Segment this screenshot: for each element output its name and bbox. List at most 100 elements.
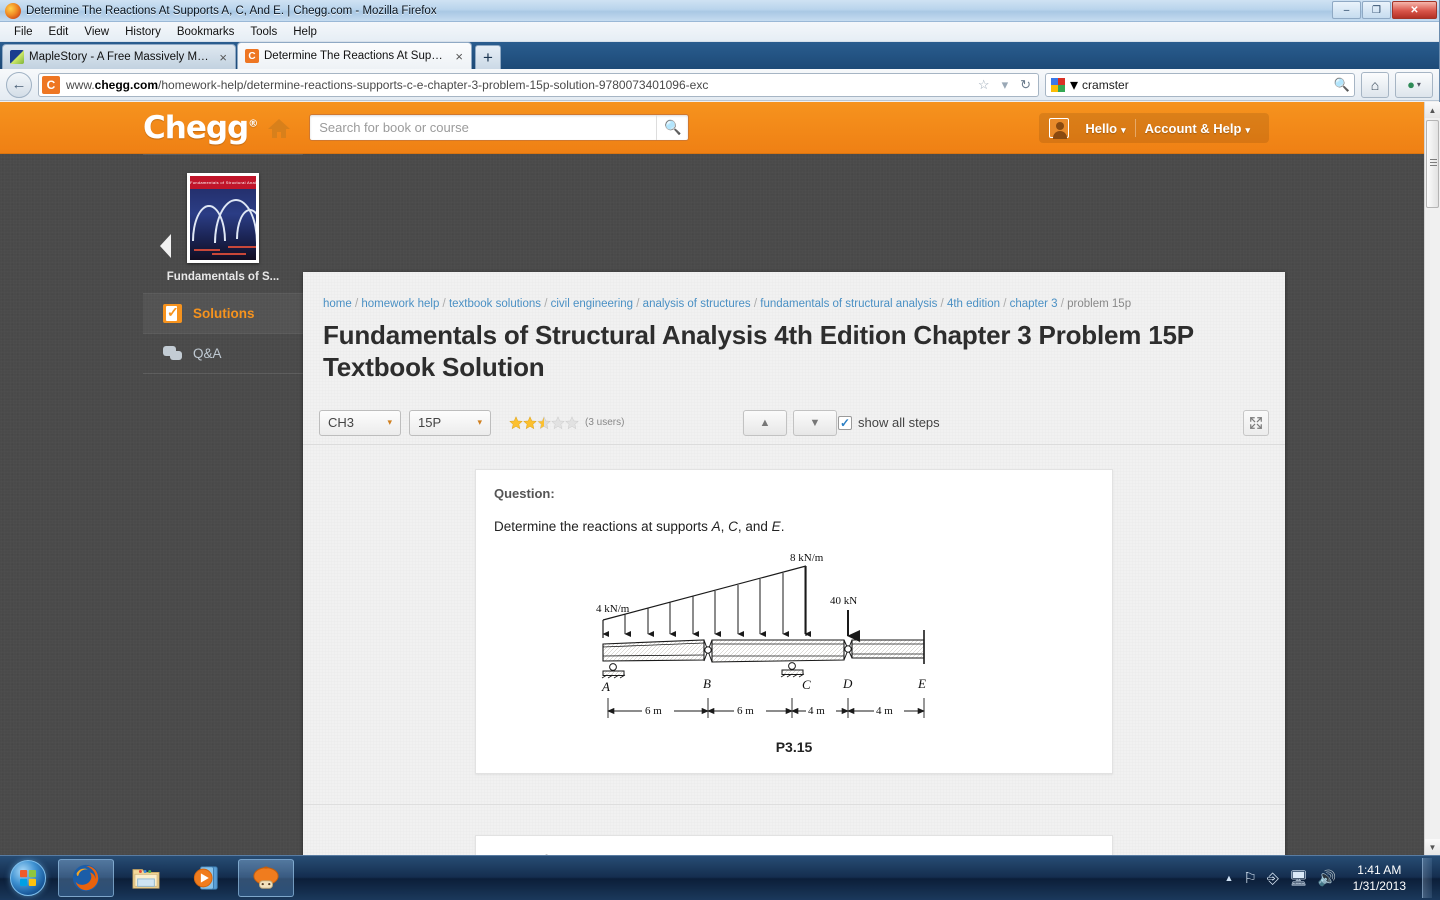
chegg-logo[interactable]: Chegg®: [143, 110, 258, 146]
url-bar[interactable]: C www.chegg.com/homework-help/determine-…: [38, 72, 1039, 97]
taskbar-button-maplestory[interactable]: [238, 859, 294, 897]
sidebar-item-qa[interactable]: Q&A: [143, 334, 303, 373]
start-button[interactable]: [2, 858, 54, 898]
breadcrumb-link-chapter-3[interactable]: chapter 3: [1010, 298, 1058, 310]
star-icon-4[interactable]: [551, 416, 565, 430]
show-all-steps-checkbox[interactable]: ✓: [838, 415, 852, 430]
expand-fullscreen-button[interactable]: [1243, 409, 1269, 436]
question-label: Question:: [494, 486, 555, 502]
chapter-select[interactable]: CH3 ▾: [319, 409, 401, 436]
search-bar[interactable]: ▾ cramster 🔍: [1045, 72, 1355, 97]
menu-item-bookmarks[interactable]: Bookmarks: [169, 24, 243, 40]
home-icon[interactable]: [267, 117, 291, 139]
sidebar-book[interactable]: Fundamentals of Structural Analysis Fund…: [143, 155, 303, 293]
bookmark-star-icon[interactable]: ☆: [975, 77, 993, 93]
addon-icon: ●: [1407, 77, 1415, 92]
search-engine-chevron-icon[interactable]: ▾: [1070, 75, 1078, 95]
account-menu[interactable]: Hello ▾ Account & Help ▾: [1039, 113, 1269, 143]
menu-item-view[interactable]: View: [76, 24, 117, 40]
scrollbar-thumb[interactable]: [1426, 120, 1439, 208]
step-panel: Step 1 of 5 4689-3-15P SA: PITSSR: 8895 …: [475, 835, 1113, 855]
window-controls[interactable]: – ❐ ✕: [1332, 1, 1437, 19]
site-identity-icon[interactable]: C: [42, 75, 60, 94]
breadcrumb-link-analysis-of-structures[interactable]: analysis of structures: [643, 298, 751, 310]
network-icon[interactable]: 🖥: [1289, 869, 1308, 887]
chevron-down-icon[interactable]: ▾: [1417, 80, 1421, 89]
breadcrumb-link-textbook-solutions[interactable]: textbook solutions: [449, 298, 541, 310]
show-desktop-button[interactable]: [1422, 858, 1432, 898]
search-input[interactable]: cramster: [1082, 78, 1330, 92]
menu-bar[interactable]: File Edit View History Bookmarks Tools H…: [0, 22, 1439, 42]
close-button[interactable]: ✕: [1392, 1, 1437, 19]
navigation-toolbar[interactable]: ← C www.chegg.com/homework-help/determin…: [0, 69, 1439, 101]
reload-icon[interactable]: ↻: [1017, 77, 1034, 93]
breadcrumb-link-homework-help[interactable]: homework help: [361, 298, 439, 310]
tab-bar[interactable]: MapleStory - A Free Massively Multip... …: [0, 42, 1439, 69]
home-button[interactable]: ⌂: [1361, 71, 1389, 98]
tab-close-icon[interactable]: ×: [453, 49, 465, 64]
star-icon-5[interactable]: [565, 416, 579, 430]
window-title: Determine The Reactions At Supports A, C…: [26, 4, 437, 17]
chevron-down-icon[interactable]: ▾: [999, 77, 1012, 93]
menu-item-help[interactable]: Help: [285, 24, 325, 40]
restore-button[interactable]: ❐: [1362, 1, 1391, 19]
firefox-icon: [72, 864, 100, 892]
chegg-search-box[interactable]: Search for book or course 🔍: [309, 114, 690, 141]
sidebar-item-solutions[interactable]: Solutions: [143, 294, 303, 333]
problem-select[interactable]: 15P ▾: [409, 409, 491, 436]
page-scrollbar[interactable]: ▲ ▼: [1424, 102, 1440, 855]
breadcrumb-link-home[interactable]: home: [323, 298, 352, 310]
taskbar-button-firefox[interactable]: [58, 859, 114, 897]
chegg-search-input[interactable]: Search for book or course: [310, 120, 656, 135]
taskbar-clock[interactable]: 1:41 AM 1/31/2013: [1353, 862, 1406, 894]
chegg-search-button[interactable]: 🔍: [656, 115, 688, 140]
taskbar-button-explorer[interactable]: [118, 859, 174, 897]
left-sidebar: Fundamentals of Structural Analysis Fund…: [143, 154, 303, 374]
menu-item-edit[interactable]: Edit: [41, 24, 77, 40]
star-icon-2[interactable]: [523, 416, 537, 430]
next-step-button[interactable]: ▼: [793, 409, 837, 436]
back-button[interactable]: ←: [6, 71, 32, 98]
magnifier-icon[interactable]: 🔍: [1334, 77, 1350, 93]
usb-icon[interactable]: ⎆: [1267, 870, 1279, 887]
account-help-menu[interactable]: Account & Help ▾: [1136, 121, 1259, 136]
menu-item-history[interactable]: History: [117, 24, 169, 40]
sidebar-item-label: Q&A: [193, 346, 222, 361]
volume-icon[interactable]: 🔊: [1318, 869, 1337, 887]
breadcrumb-link-fundamentals[interactable]: fundamentals of structural analysis: [760, 298, 937, 310]
dim-label-4: 4 m: [876, 705, 893, 717]
avatar: [1049, 118, 1070, 139]
menu-item-tools[interactable]: Tools: [242, 24, 285, 40]
book-cover-image[interactable]: Fundamentals of Structural Analysis: [187, 173, 259, 263]
prev-step-button[interactable]: ▲: [743, 409, 787, 436]
expand-icon: [1250, 417, 1262, 429]
step-navigation[interactable]: ▲ ▼: [743, 409, 837, 436]
new-tab-button[interactable]: +: [475, 45, 501, 69]
windows-taskbar[interactable]: ▲ ⚐ ⎆ 🖥 🔊 1:41 AM 1/31/2013: [0, 855, 1440, 900]
addon-button[interactable]: ● ▾: [1395, 71, 1433, 98]
breadcrumb-link-civil-engineering[interactable]: civil engineering: [551, 298, 633, 310]
star-icon-1[interactable]: [509, 416, 523, 430]
browser-tab-maplestory[interactable]: MapleStory - A Free Massively Multip... …: [2, 44, 236, 69]
minimize-button[interactable]: –: [1332, 1, 1361, 19]
scroll-down-arrow-icon[interactable]: ▼: [1425, 839, 1440, 855]
menu-item-file[interactable]: File: [6, 24, 41, 40]
maplestory-mushroom-icon: [253, 866, 279, 889]
scroll-up-arrow-icon[interactable]: ▲: [1425, 102, 1440, 118]
rating-stars[interactable]: (3 users): [509, 416, 624, 430]
show-hidden-icons-arrow-icon[interactable]: ▲: [1224, 873, 1233, 883]
node-label-a: A: [601, 679, 610, 694]
breadcrumb-link-4th-edition[interactable]: 4th edition: [947, 298, 1000, 310]
star-icon-3[interactable]: [537, 416, 551, 430]
show-all-steps-label: show all steps: [858, 415, 940, 431]
flag-icon[interactable]: ⚐: [1243, 869, 1256, 887]
solutions-icon: [163, 304, 182, 323]
hello-menu[interactable]: Hello ▾: [1076, 121, 1134, 136]
browser-tab-chegg[interactable]: C Determine The Reactions At Supports...…: [237, 42, 472, 69]
taskbar-button-media-player[interactable]: [178, 859, 234, 897]
show-all-steps-toggle[interactable]: ✓ show all steps: [838, 415, 940, 430]
tab-close-icon[interactable]: ×: [217, 50, 229, 65]
breadcrumb[interactable]: home / homework help / textbook solution…: [303, 272, 1285, 310]
google-icon[interactable]: [1050, 77, 1066, 93]
system-tray[interactable]: ▲ ⚐ ⎆ 🖥 🔊 1:41 AM 1/31/2013: [1224, 858, 1440, 898]
